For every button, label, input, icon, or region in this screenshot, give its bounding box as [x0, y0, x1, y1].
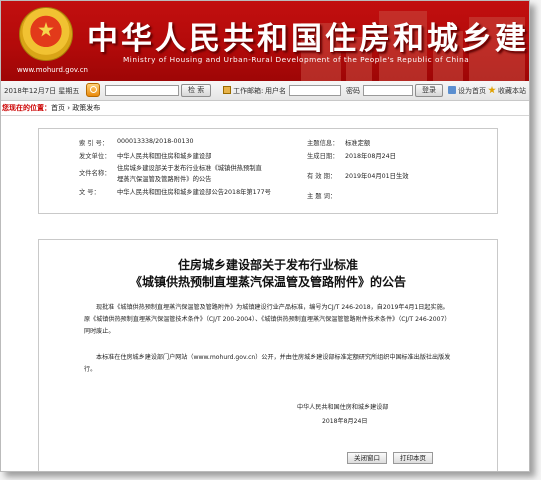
- browser-page: www.mohurd.gov.cn 中华人民共和国住房和城乡建设部 Minist…: [0, 0, 530, 472]
- site-subtitle: Ministry of Housing and Urban-Rural Deve…: [123, 55, 470, 64]
- docno-value: 中华人民共和国住房和城乡建设部公告2018年第177号: [117, 189, 271, 196]
- search-button[interactable]: 检 索: [181, 84, 212, 97]
- search-input[interactable]: [105, 85, 179, 96]
- topic-label: 主题信息：: [307, 140, 339, 147]
- docname-value: 住房城乡建设部关于发布行业标准《城镇供热预制直埋蒸汽保温管及管路附件》的公告: [117, 165, 262, 183]
- document-info-table: 索 引 号： 000013338/2018-00130 发文单位： 中华人民共和…: [38, 128, 498, 214]
- docno-label: 文 号：: [79, 189, 100, 196]
- login-button[interactable]: 登录: [415, 84, 443, 97]
- publisher-value: 中华人民共和国住房和城乡建设部: [117, 153, 212, 160]
- generated-date-label: 生成日期：: [307, 153, 339, 160]
- national-emblem-icon: [19, 7, 73, 61]
- article-body: 住房城乡建设部关于发布行业标准 《城镇供热预制直埋蒸汽保温管及管路附件》的公告 …: [38, 239, 498, 471]
- envelope-icon: [223, 86, 231, 94]
- home-icon: [448, 86, 456, 94]
- article-title-line2: 《城镇供热预制直埋蒸汽保温管及管路附件》的公告: [129, 275, 406, 289]
- star-icon: [488, 86, 496, 94]
- set-homepage-link[interactable]: 设为首页: [448, 86, 486, 96]
- current-date: 2018年12月7日 星期五: [4, 87, 80, 95]
- close-window-button[interactable]: 关闭窗口: [347, 452, 387, 464]
- username-label: 用户名: [265, 87, 286, 95]
- password-input[interactable]: [363, 85, 413, 96]
- bookmark-link[interactable]: 收藏本站: [488, 86, 526, 96]
- topic-value: 标准定额: [345, 140, 371, 147]
- site-title: 中华人民共和国住房和城乡建设部: [87, 21, 529, 57]
- keywords-label: 主 题 词：: [307, 193, 337, 200]
- validity-value: 2019年04月01日生效: [345, 173, 409, 180]
- generated-date-value: 2018年08月24日: [345, 153, 396, 160]
- password-label: 密码: [346, 87, 360, 95]
- index-label: 索 引 号：: [79, 140, 109, 147]
- index-value: 000013338/2018-00130: [117, 138, 194, 145]
- signing-date: 2018年8月24日: [322, 418, 368, 425]
- publisher-label: 发文单位：: [79, 153, 111, 160]
- article-paragraph-1: 现批准《城镇供热预制直埋蒸汽保温管及管路附件》为城镇建设行业产品标准，编号为CJ…: [84, 304, 451, 335]
- article-title-line1: 住房城乡建设部关于发布行业标准: [177, 258, 358, 272]
- docname-label: 文件名称：: [79, 170, 111, 177]
- mailbox-label: 工作邮箱:: [223, 86, 263, 96]
- breadcrumb-label: 您现在的位置：: [2, 104, 51, 112]
- article-paragraph-2: 本标准在住房城乡建设部门户网站（www.mohurd.gov.cn）公开，并由住…: [84, 354, 451, 373]
- toolbar: 2018年12月7日 星期五 检 索 工作邮箱: 用户名 密码 登录 设为首页 …: [1, 81, 529, 101]
- print-page-button[interactable]: 打印本页: [393, 452, 433, 464]
- breadcrumb-path[interactable]: 首页 › 政策发布: [51, 104, 100, 112]
- signing-organization: 中华人民共和国住房和城乡建设部: [297, 404, 389, 411]
- username-input[interactable]: [289, 85, 341, 96]
- site-header-banner: www.mohurd.gov.cn 中华人民共和国住房和城乡建设部 Minist…: [1, 1, 529, 81]
- search-icon[interactable]: [86, 83, 100, 97]
- validity-label: 有 效 期：: [307, 173, 337, 180]
- breadcrumb: 您现在的位置：首页 › 政策发布: [1, 101, 529, 116]
- site-url: www.mohurd.gov.cn: [17, 66, 88, 74]
